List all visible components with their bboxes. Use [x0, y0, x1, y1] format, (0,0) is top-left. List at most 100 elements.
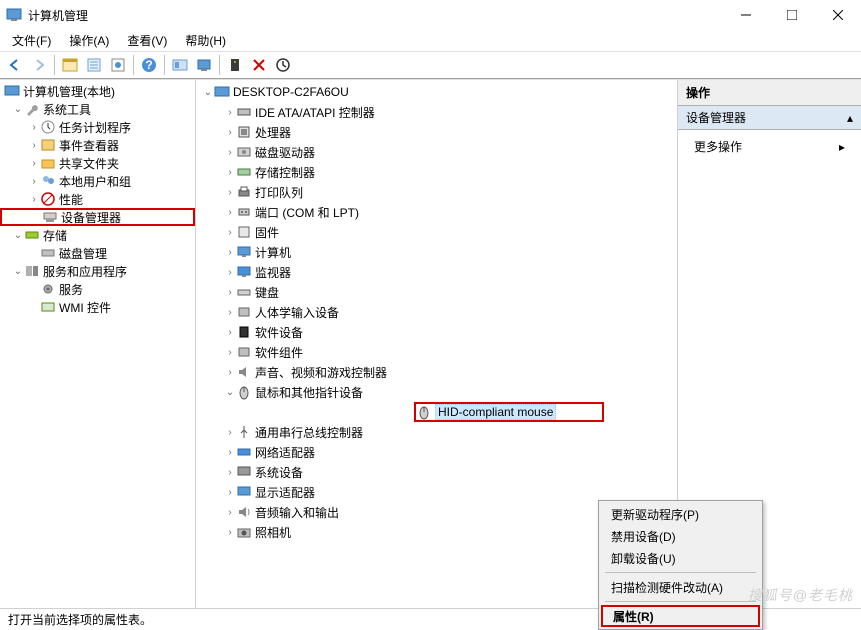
tree-services-apps[interactable]: ⌄服务和应用程序 [0, 262, 195, 280]
update-driver-button[interactable] [272, 54, 294, 76]
actions-more[interactable]: 更多操作 ▸ [678, 130, 861, 163]
dev-root[interactable]: ⌄DESKTOP-C2FA6OU [196, 82, 677, 102]
expand-icon[interactable]: › [224, 127, 236, 138]
expand-icon[interactable]: › [224, 287, 236, 298]
dev-network[interactable]: ›网络适配器 [196, 442, 677, 462]
expand-icon[interactable]: › [224, 467, 236, 478]
ctx-scan[interactable]: 扫描检测硬件改动(A) [601, 576, 760, 598]
perf-icon [40, 191, 56, 207]
expand-icon[interactable]: › [224, 527, 236, 538]
expand-icon[interactable]: › [224, 367, 236, 378]
dev-print-queues[interactable]: ›打印队列 [196, 182, 677, 202]
dev-hid-mouse[interactable]: HID-compliant mouse [414, 402, 604, 422]
expand-icon[interactable]: › [28, 176, 40, 187]
tree-task-scheduler[interactable]: ›任务计划程序 [0, 118, 195, 136]
dev-monitors[interactable]: ›监视器 [196, 262, 677, 282]
expand-icon[interactable]: › [224, 487, 236, 498]
expand-icon[interactable]: › [224, 207, 236, 218]
expand-icon[interactable]: › [224, 507, 236, 518]
expand-icon[interactable]: › [224, 267, 236, 278]
maximize-button[interactable] [769, 0, 815, 30]
expand-icon[interactable]: › [224, 187, 236, 198]
minimize-button[interactable] [723, 0, 769, 30]
properties-button[interactable] [83, 54, 105, 76]
toolbar-view-button[interactable] [169, 54, 191, 76]
dev-sw-components[interactable]: ›软件组件 [196, 342, 677, 362]
dev-display[interactable]: ›显示适配器 [196, 482, 677, 502]
tree-local-users[interactable]: ›本地用户和组 [0, 172, 195, 190]
tree-storage[interactable]: ⌄存储 [0, 226, 195, 244]
expand-icon[interactable]: › [224, 107, 236, 118]
dev-storage-ctrl[interactable]: ›存储控制器 [196, 162, 677, 182]
printer-icon [236, 184, 252, 200]
expand-icon[interactable]: › [224, 227, 236, 238]
expand-icon[interactable]: ⌄ [202, 87, 214, 98]
actions-header: 操作 [678, 80, 861, 106]
expand-icon[interactable]: ⌄ [12, 266, 24, 277]
help-button[interactable]: ? [138, 54, 160, 76]
network-icon [236, 444, 252, 460]
dev-disk-drives[interactable]: ›磁盘驱动器 [196, 142, 677, 162]
dev-usb[interactable]: ›通用串行总线控制器 [196, 422, 677, 442]
menu-file[interactable]: 文件(F) [6, 30, 57, 51]
expand-icon[interactable]: › [28, 194, 40, 205]
dev-sound[interactable]: ›声音、视频和游戏控制器 [196, 362, 677, 382]
dev-mouse-category[interactable]: ⌄鼠标和其他指针设备 [196, 382, 677, 402]
expand-icon[interactable]: › [224, 327, 236, 338]
back-button[interactable] [4, 54, 26, 76]
tree-wmi[interactable]: WMI 控件 [0, 298, 195, 316]
tree-performance[interactable]: ›性能 [0, 190, 195, 208]
dev-system-devices[interactable]: ›系统设备 [196, 462, 677, 482]
expand-icon[interactable]: › [28, 158, 40, 169]
expand-icon[interactable]: › [224, 147, 236, 158]
tree-system-tools[interactable]: ⌄系统工具 [0, 100, 195, 118]
export-list-button[interactable] [107, 54, 129, 76]
scan-hardware-button[interactable] [224, 54, 246, 76]
forward-button[interactable] [28, 54, 50, 76]
cpu-icon [236, 124, 252, 140]
dev-hid[interactable]: ›人体学输入设备 [196, 302, 677, 322]
expand-icon[interactable]: › [224, 307, 236, 318]
ctx-update-driver[interactable]: 更新驱动程序(P) [601, 503, 760, 525]
tree-services[interactable]: 服务 [0, 280, 195, 298]
dev-keyboards[interactable]: ›键盘 [196, 282, 677, 302]
expand-icon[interactable]: › [224, 447, 236, 458]
storage-icon [24, 227, 40, 243]
expand-icon[interactable]: ⌄ [12, 230, 24, 241]
tree-disk-mgmt[interactable]: 磁盘管理 [0, 244, 195, 262]
device-mgr-icon [42, 209, 58, 225]
ctx-uninstall[interactable]: 卸载设备(U) [601, 547, 760, 569]
menu-bar: 文件(F) 操作(A) 查看(V) 帮助(H) [0, 30, 861, 51]
expand-icon[interactable]: › [224, 167, 236, 178]
uninstall-button[interactable] [248, 54, 270, 76]
show-hide-tree-button[interactable] [59, 54, 81, 76]
expand-icon[interactable]: › [28, 140, 40, 151]
menu-view[interactable]: 查看(V) [121, 30, 173, 51]
expand-icon[interactable]: › [224, 347, 236, 358]
expand-icon[interactable]: › [28, 122, 40, 133]
tree-shared-folders[interactable]: ›共享文件夹 [0, 154, 195, 172]
toolbar-monitor-button[interactable] [193, 54, 215, 76]
dev-processors[interactable]: ›处理器 [196, 122, 677, 142]
expand-icon[interactable]: › [224, 247, 236, 258]
menu-help[interactable]: 帮助(H) [179, 30, 232, 51]
computer-icon [214, 84, 230, 100]
tree-root[interactable]: 计算机管理(本地) [0, 82, 195, 100]
expand-icon[interactable]: ⌄ [224, 387, 236, 398]
menu-action[interactable]: 操作(A) [63, 30, 115, 51]
tree-event-viewer[interactable]: ›事件查看器 [0, 136, 195, 154]
hdd-icon [236, 144, 252, 160]
dev-ports[interactable]: ›端口 (COM 和 LPT) [196, 202, 677, 222]
dev-firmware[interactable]: ›固件 [196, 222, 677, 242]
dev-ide[interactable]: ›IDE ATA/ATAPI 控制器 [196, 102, 677, 122]
expand-icon[interactable]: ⌄ [12, 104, 24, 115]
close-button[interactable] [815, 0, 861, 30]
tree-device-manager[interactable]: 设备管理器 [0, 208, 195, 226]
collapse-icon[interactable]: ▴ [847, 111, 853, 125]
dev-sw-devices[interactable]: ›软件设备 [196, 322, 677, 342]
dev-computer[interactable]: ›计算机 [196, 242, 677, 262]
ctx-disable[interactable]: 禁用设备(D) [601, 525, 760, 547]
ctx-properties[interactable]: 属性(R) [601, 605, 760, 627]
actions-subheader[interactable]: 设备管理器 ▴ [678, 106, 861, 130]
expand-icon[interactable]: › [224, 427, 236, 438]
